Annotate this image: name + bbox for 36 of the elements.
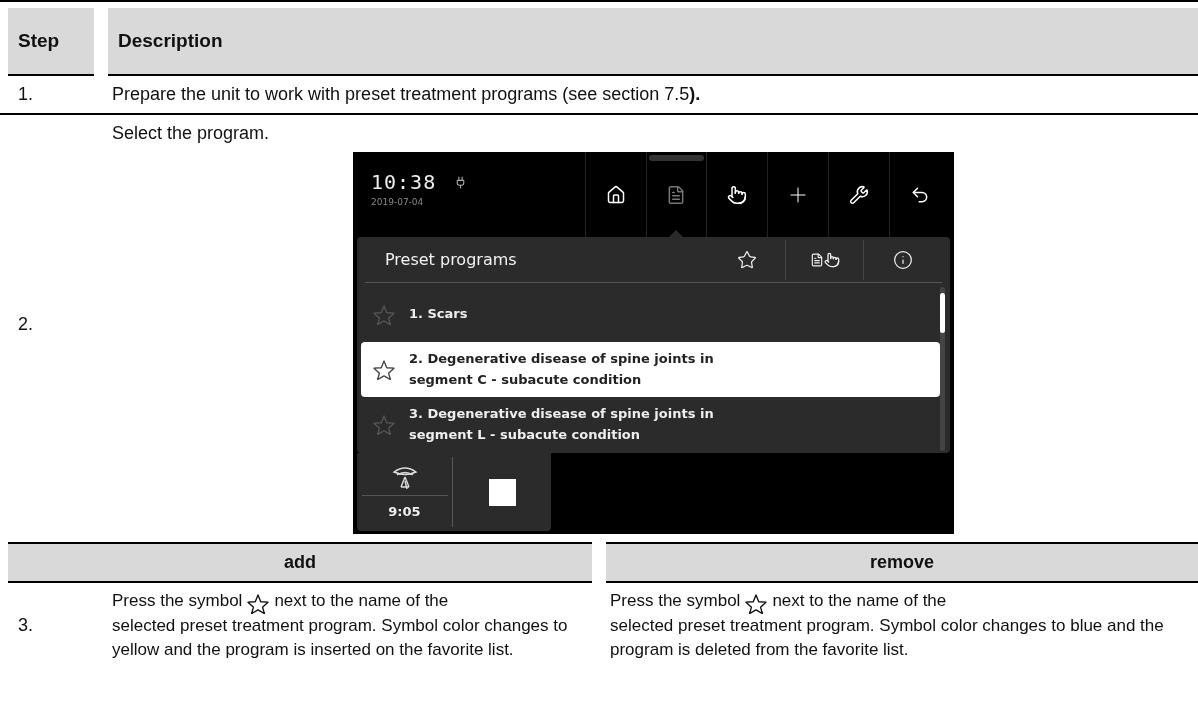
star-icon	[247, 593, 270, 614]
instruction-text: selected preset treatment program. Symbol color changes to blue and the program is deleted from the favorite list.	[610, 614, 1165, 662]
star-icon	[373, 359, 395, 380]
instruction-text: Press the symbol	[112, 590, 243, 612]
step-number: 1.	[17, 83, 34, 106]
clock-time: 10:38	[371, 170, 437, 194]
star-icon	[373, 414, 395, 435]
star-icon	[745, 593, 768, 614]
instruction-text: next to the name of the	[274, 590, 449, 612]
hand-icon	[823, 251, 840, 268]
scrollbar[interactable]	[940, 287, 945, 451]
instruction-text: selected preset treatment program. Symbol color changes to yellow and the program is inserted on the favorite list.	[112, 614, 569, 662]
panel-title: Preset programs	[385, 250, 518, 269]
star-icon	[373, 304, 395, 325]
column-header: add	[8, 542, 592, 583]
clock-date: 2019-07-04	[371, 197, 425, 207]
hand-icon	[727, 184, 748, 205]
timer-value: 9:05	[388, 504, 421, 519]
tab-indicator	[648, 155, 705, 161]
column-header: remove	[606, 542, 1198, 583]
instruction-text: Press the symbol	[610, 590, 741, 612]
program-item[interactable]: 3. Degenerative disease of spine joints in segment L - subacute condition	[361, 397, 940, 452]
wrench-icon	[849, 184, 870, 205]
step-number: 2.	[17, 313, 34, 336]
step-number: 3.	[17, 614, 34, 638]
document-icon	[809, 252, 824, 267]
home-icon	[605, 184, 626, 205]
program-item[interactable]: 1. Scars	[361, 287, 940, 342]
column-header: Description	[108, 8, 1198, 76]
step-text: Prepare the unit to work with preset treatment programs (see section 7.5).	[111, 83, 702, 106]
star-icon	[736, 249, 757, 270]
step-text: Select the program.	[111, 122, 271, 145]
info-icon	[893, 249, 913, 270]
program-item[interactable]: 2. Degenerative disease of spine joints in segment C - subacute condition	[361, 342, 940, 397]
column-header: Step	[8, 8, 94, 76]
instruction-text: next to the name of the	[772, 590, 947, 612]
